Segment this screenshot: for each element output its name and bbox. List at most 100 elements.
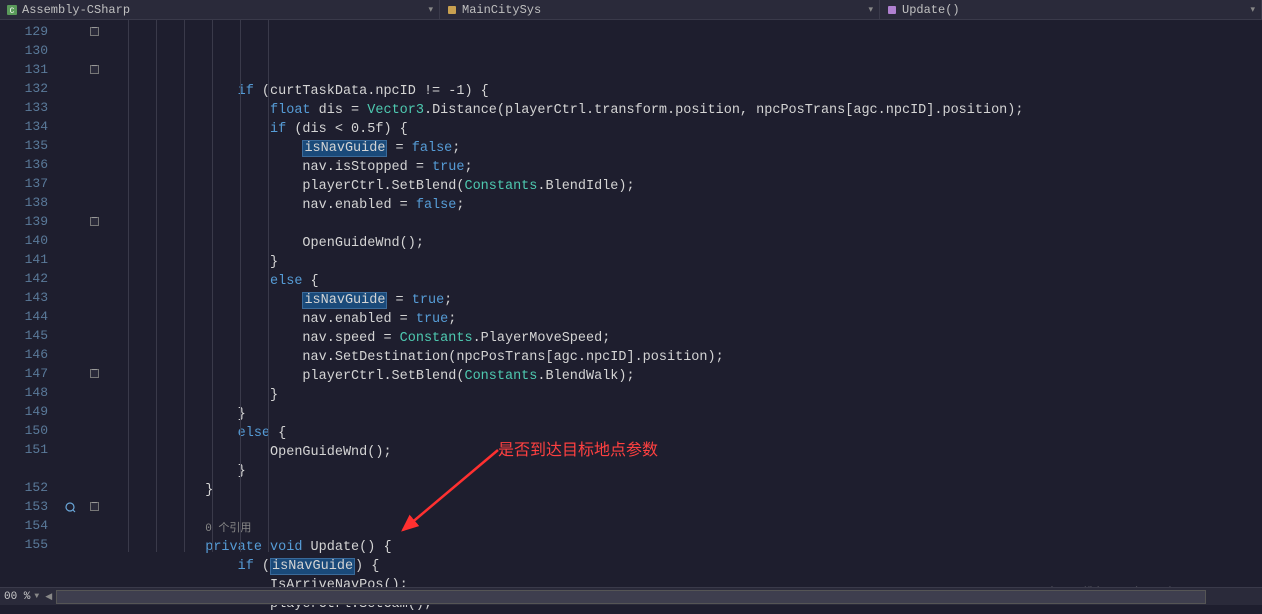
glyph-slot xyxy=(60,383,80,402)
fold-slot[interactable] xyxy=(80,516,108,535)
glyph-slot xyxy=(60,516,80,535)
fold-slot[interactable] xyxy=(80,421,108,440)
line-number: 140 xyxy=(0,231,60,250)
glyph-slot xyxy=(60,117,80,136)
glyph-slot xyxy=(60,193,80,212)
fold-slot[interactable] xyxy=(80,231,108,250)
fold-slot[interactable] xyxy=(80,212,108,231)
fold-slot[interactable] xyxy=(80,136,108,155)
line-number: 134 xyxy=(0,117,60,136)
code-line[interactable]: nav.SetDestination(npcPosTrans[agc.npcID… xyxy=(108,348,1262,367)
line-number: 133 xyxy=(0,98,60,117)
code-line[interactable]: } xyxy=(108,481,1262,500)
code-line[interactable]: else { xyxy=(108,272,1262,291)
glyph-slot xyxy=(60,250,80,269)
chevron-down-icon: ▾ xyxy=(868,5,873,15)
chevron-down-icon: ▾ xyxy=(428,5,433,15)
class-selector[interactable]: MainCitySys ▾ xyxy=(440,0,880,19)
glyph-slot xyxy=(60,535,80,554)
fold-slot[interactable] xyxy=(80,22,108,41)
horizontal-scrollbar[interactable] xyxy=(56,590,1206,604)
code-line[interactable]: isNavGuide = false; xyxy=(108,139,1262,158)
line-number: 145 xyxy=(0,326,60,345)
fold-slot[interactable] xyxy=(80,174,108,193)
line-number: 152 xyxy=(0,478,60,497)
fold-slot[interactable] xyxy=(80,440,108,459)
fold-slot[interactable] xyxy=(80,60,108,79)
code-line[interactable]: } xyxy=(108,253,1262,272)
code-line[interactable]: playerCtrl.SetBlend(Constants.BlendIdle)… xyxy=(108,177,1262,196)
code-line[interactable]: nav.speed = Constants.PlayerMoveSpeed; xyxy=(108,329,1262,348)
fold-slot[interactable] xyxy=(80,364,108,383)
method-icon xyxy=(886,4,898,16)
fold-slot[interactable] xyxy=(80,79,108,98)
fold-slot[interactable] xyxy=(80,307,108,326)
assembly-label: Assembly-CSharp xyxy=(22,3,130,17)
fold-toggle[interactable] xyxy=(90,502,99,511)
fold-slot[interactable] xyxy=(80,117,108,136)
fold-slot[interactable] xyxy=(80,402,108,421)
code-line[interactable]: nav.enabled = false; xyxy=(108,196,1262,215)
fold-slot[interactable] xyxy=(80,98,108,117)
fold-slot[interactable] xyxy=(80,269,108,288)
code-line[interactable]: if (curtTaskData.npcID != -1) { xyxy=(108,82,1262,101)
chevron-down-icon[interactable]: ▼ xyxy=(34,592,45,601)
svg-text:C: C xyxy=(10,7,15,16)
method-selector[interactable]: Update() ▾ xyxy=(880,0,1262,19)
code-line[interactable]: nav.enabled = true; xyxy=(108,310,1262,329)
fold-toggle[interactable] xyxy=(90,369,99,378)
indent-guide xyxy=(212,20,213,552)
code-line[interactable]: OpenGuideWnd(); xyxy=(108,234,1262,253)
fold-slot[interactable] xyxy=(80,326,108,345)
line-number: 131 xyxy=(0,60,60,79)
zoom-level[interactable]: 00 % xyxy=(0,591,34,603)
class-icon xyxy=(446,4,458,16)
fold-slot[interactable] xyxy=(80,250,108,269)
code-line[interactable]: playerCtrl.SetBlend(Constants.BlendWalk)… xyxy=(108,367,1262,386)
code-line[interactable]: } xyxy=(108,405,1262,424)
code-line[interactable]: nav.isStopped = true; xyxy=(108,158,1262,177)
code-line[interactable] xyxy=(108,500,1262,519)
fold-toggle[interactable] xyxy=(90,27,99,36)
glyph-slot xyxy=(60,478,80,497)
fold-toggle[interactable] xyxy=(90,217,99,226)
fold-slot[interactable] xyxy=(80,459,108,478)
fold-slot[interactable] xyxy=(80,478,108,497)
code-line[interactable]: float dis = Vector3.Distance(playerCtrl.… xyxy=(108,101,1262,120)
line-number: 155 xyxy=(0,535,60,554)
glyph-slot xyxy=(60,174,80,193)
assembly-selector[interactable]: C Assembly-CSharp ▾ xyxy=(0,0,440,19)
code-editor[interactable]: 1291301311321331341351361371381391401411… xyxy=(0,20,1262,585)
fold-toggle[interactable] xyxy=(90,65,99,74)
line-number: 153 xyxy=(0,497,60,516)
glyph-slot xyxy=(60,364,80,383)
fold-slot[interactable] xyxy=(80,288,108,307)
fold-slot[interactable] xyxy=(80,345,108,364)
glyph-slot xyxy=(60,136,80,155)
code-line[interactable]: isNavGuide = true; xyxy=(108,291,1262,310)
method-label: Update() xyxy=(902,3,960,17)
glyph-slot xyxy=(60,60,80,79)
fold-slot[interactable] xyxy=(80,383,108,402)
code-area[interactable]: 是否到达目标地点参数 if (curtTaskData.npcID != -1)… xyxy=(108,20,1262,585)
line-number: 129 xyxy=(0,22,60,41)
code-line[interactable]: else { xyxy=(108,424,1262,443)
code-line[interactable] xyxy=(108,215,1262,234)
fold-slot[interactable] xyxy=(80,497,108,516)
line-number: 142 xyxy=(0,269,60,288)
line-number: 150 xyxy=(0,421,60,440)
fold-slot[interactable] xyxy=(80,193,108,212)
code-line[interactable]: } xyxy=(108,462,1262,481)
code-line[interactable]: OpenGuideWnd(); xyxy=(108,443,1262,462)
fold-slot[interactable] xyxy=(80,155,108,174)
glyph-slot xyxy=(60,307,80,326)
line-number: 132 xyxy=(0,79,60,98)
fold-slot[interactable] xyxy=(80,41,108,60)
code-line[interactable]: if (isNavGuide) { xyxy=(108,557,1262,576)
codelens-references[interactable]: 0 个引用 xyxy=(108,519,1262,538)
code-line[interactable]: } xyxy=(108,386,1262,405)
code-line[interactable]: if (dis < 0.5f) { xyxy=(108,120,1262,139)
code-line[interactable]: private void Update() { xyxy=(108,538,1262,557)
fold-slot[interactable] xyxy=(80,535,108,554)
scroll-left-icon[interactable]: ◀ xyxy=(45,592,52,602)
